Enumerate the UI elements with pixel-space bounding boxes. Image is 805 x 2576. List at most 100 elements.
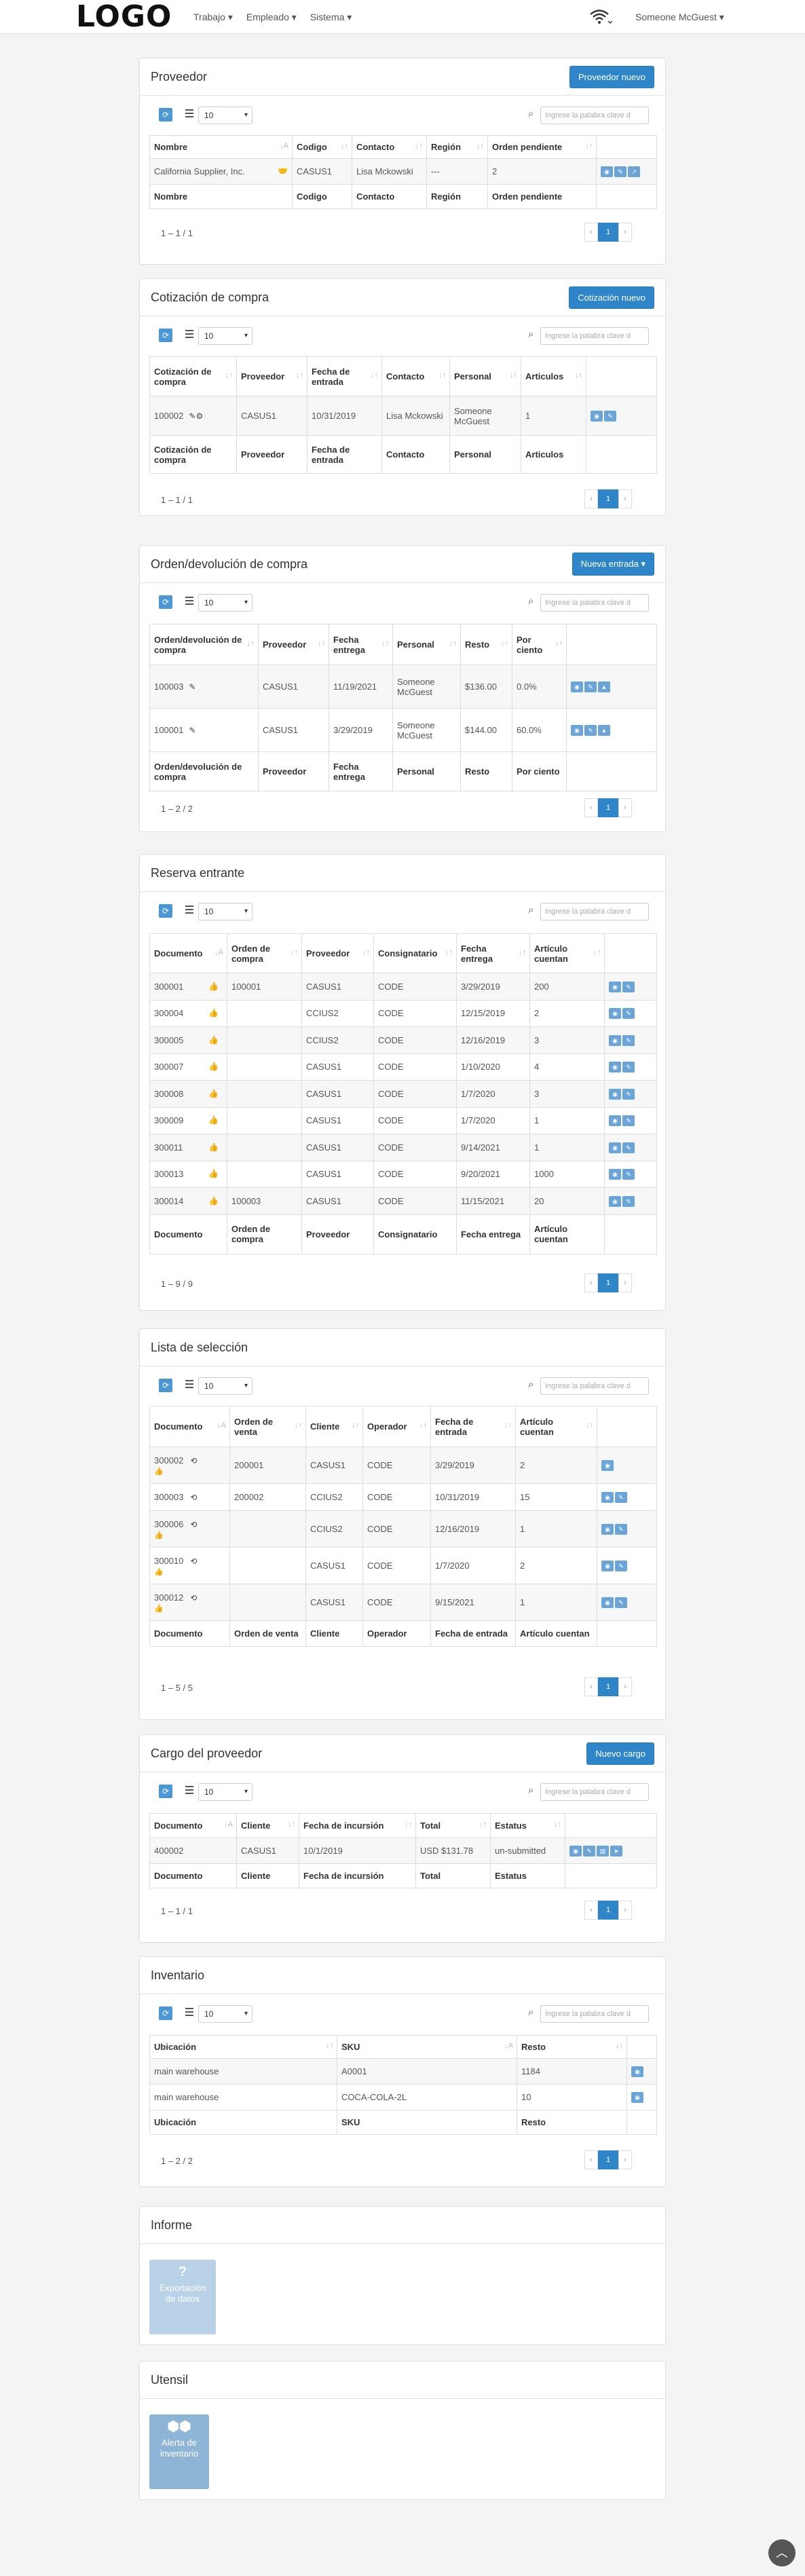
page-size-select[interactable]: 10 ▾ bbox=[198, 903, 252, 920]
view-icon[interactable]: ◉ bbox=[631, 2091, 643, 2103]
view-icon[interactable]: ◉ bbox=[571, 724, 583, 736]
col-header[interactable]: Proveedor ↓↑ bbox=[236, 356, 307, 396]
col-header[interactable]: Cotización de compra ↓↑ bbox=[149, 356, 237, 396]
nav-empleado[interactable]: Empleado ▾ bbox=[246, 12, 297, 23]
col-header[interactable]: Ubicación ↓↑ bbox=[149, 2035, 337, 2059]
data-export-tile[interactable]: ? Exportación de datos bbox=[149, 2260, 216, 2334]
next-page[interactable]: › bbox=[618, 2150, 632, 2169]
col-header[interactable]: Operador ↓↑ bbox=[362, 1406, 431, 1447]
search-input[interactable]: Ingrese la palabra clave d bbox=[540, 327, 649, 345]
page-size-select[interactable]: 10 ▾ bbox=[198, 594, 252, 612]
col-header[interactable]: Resto ↓↑ bbox=[517, 2035, 627, 2059]
col-header[interactable]: Orden de compra ↓↑ bbox=[227, 933, 302, 973]
col-header[interactable]: Documento ↓A bbox=[149, 1406, 230, 1447]
col-header[interactable]: Orden/devolución de compra ↓↑ bbox=[149, 624, 259, 665]
page-1[interactable]: 1 bbox=[598, 489, 618, 508]
next-page[interactable]: › bbox=[618, 223, 632, 242]
search-input[interactable]: Ingrese la palabra clave d bbox=[540, 1377, 649, 1395]
edit-icon[interactable]: ✎ bbox=[622, 981, 635, 992]
wifi-icon[interactable] bbox=[589, 8, 612, 26]
col-header[interactable]: SKU ↓A bbox=[337, 2035, 517, 2059]
col-header[interactable]: Cliente ↓↑ bbox=[236, 1813, 299, 1838]
edit-icon[interactable]: ✎ bbox=[622, 1169, 635, 1180]
edit-icon[interactable]: ✎ bbox=[615, 1523, 627, 1535]
col-header[interactable]: Nombre ↓A bbox=[149, 135, 293, 159]
nav-sistema[interactable]: Sistema ▾ bbox=[310, 12, 352, 23]
search-input[interactable]: Ingrese la palabra clave d bbox=[540, 903, 649, 920]
view-icon[interactable]: ◉ bbox=[609, 1034, 621, 1046]
page-size-select[interactable]: 10 ▾ bbox=[198, 1377, 252, 1395]
view-icon[interactable]: ◉ bbox=[569, 1845, 582, 1856]
col-header[interactable]: Cliente ↓↑ bbox=[305, 1406, 363, 1447]
col-header[interactable]: Documento ↓A bbox=[149, 933, 227, 973]
submit-icon[interactable]: ➤ bbox=[610, 1845, 622, 1856]
prev-page[interactable]: ‹ bbox=[584, 798, 598, 817]
page-1[interactable]: 1 bbox=[598, 1901, 618, 1920]
col-header[interactable]: Orden de venta ↓↑ bbox=[229, 1406, 306, 1447]
col-header[interactable]: Codigo ↓↑ bbox=[292, 135, 352, 159]
search-input[interactable]: Ingrese la palabra clave d bbox=[540, 1783, 649, 1801]
user-menu[interactable]: Someone McGuest ▾ bbox=[635, 0, 724, 34]
col-header[interactable]: Contacto ↓↑ bbox=[352, 135, 427, 159]
chart-icon[interactable]: ↗ bbox=[628, 166, 640, 177]
next-page[interactable]: › bbox=[618, 1677, 632, 1696]
edit-icon[interactable]: ✎ bbox=[622, 1062, 635, 1073]
new-quote-button[interactable]: Cotización nuevo bbox=[569, 286, 654, 309]
edit-icon[interactable]: ✎ bbox=[622, 1142, 635, 1153]
view-icon[interactable]: ◉ bbox=[609, 1195, 621, 1207]
list-icon[interactable] bbox=[185, 906, 193, 914]
page-1[interactable]: 1 bbox=[598, 1677, 618, 1696]
view-icon[interactable]: ◉ bbox=[609, 1169, 621, 1180]
view-icon[interactable]: ◉ bbox=[601, 166, 613, 177]
col-header[interactable]: Personal ↓↑ bbox=[392, 624, 461, 665]
view-icon[interactable]: ◉ bbox=[609, 981, 621, 992]
view-icon[interactable]: ◉ bbox=[609, 1008, 621, 1020]
search-input[interactable]: Ingrese la palabra clave d bbox=[540, 2005, 649, 2023]
col-header[interactable]: Fecha de entrada ↓↑ bbox=[430, 1406, 516, 1447]
view-icon[interactable]: ◉ bbox=[609, 1142, 621, 1153]
edit-icon[interactable]: ✎ bbox=[584, 724, 597, 736]
prev-page[interactable]: ‹ bbox=[584, 1677, 598, 1696]
col-header[interactable]: Fecha de incursión ↓↑ bbox=[299, 1813, 416, 1838]
col-header[interactable]: Fecha de entrada ↓↑ bbox=[307, 356, 382, 396]
next-page[interactable]: › bbox=[618, 798, 632, 817]
col-header[interactable]: Proveedor ↓↑ bbox=[258, 624, 329, 665]
refresh-icon[interactable]: ⟳ bbox=[159, 2006, 172, 2020]
view-icon[interactable]: ◉ bbox=[631, 2066, 643, 2077]
prev-page[interactable]: ‹ bbox=[584, 223, 598, 242]
list-icon[interactable] bbox=[185, 597, 193, 605]
page-1[interactable]: 1 bbox=[598, 798, 618, 817]
view-icon[interactable]: ◉ bbox=[601, 1523, 614, 1535]
edit-icon[interactable]: ✎ bbox=[622, 1115, 635, 1127]
edit-icon[interactable]: ✎ bbox=[584, 681, 597, 692]
edit-icon[interactable]: ✎ bbox=[622, 1195, 635, 1207]
refresh-icon[interactable]: ⟳ bbox=[159, 329, 172, 342]
prev-page[interactable]: ‹ bbox=[584, 1273, 598, 1292]
col-header[interactable]: Total ↓↑ bbox=[415, 1813, 491, 1838]
edit-icon[interactable]: ✎ bbox=[615, 1491, 627, 1503]
prev-page[interactable]: ‹ bbox=[584, 2150, 598, 2169]
page-size-select[interactable]: 10 ▾ bbox=[198, 327, 252, 345]
col-header[interactable]: Resto ↓↑ bbox=[460, 624, 512, 665]
col-header[interactable]: Personal ↓↑ bbox=[449, 356, 521, 396]
user-icon[interactable]: ▲ bbox=[598, 724, 610, 736]
view-icon[interactable]: ◉ bbox=[609, 1062, 621, 1073]
refresh-icon[interactable]: ⟳ bbox=[159, 595, 172, 609]
page-1[interactable]: 1 bbox=[598, 223, 618, 242]
edit-icon[interactable]: ✎ bbox=[622, 1008, 635, 1020]
nav-trabajo[interactable]: Trabajo ▾ bbox=[193, 12, 233, 23]
edit-icon[interactable]: ✎ bbox=[615, 1560, 627, 1571]
col-header[interactable]: Por ciento ↓↑ bbox=[512, 624, 567, 665]
user-icon[interactable]: ▲ bbox=[598, 681, 610, 692]
new-charge-button[interactable]: Nuevo cargo bbox=[586, 1742, 654, 1765]
edit-icon[interactable]: ✎ bbox=[604, 410, 616, 422]
list-icon[interactable] bbox=[185, 1786, 193, 1794]
view-icon[interactable]: ◉ bbox=[609, 1088, 621, 1100]
col-header[interactable]: Orden pendiente ↓↑ bbox=[487, 135, 597, 159]
edit-icon[interactable]: ✎ bbox=[615, 1597, 627, 1608]
col-header[interactable]: Estatus ↓↑ bbox=[490, 1813, 565, 1838]
edit-icon[interactable]: ✎ bbox=[622, 1088, 635, 1100]
col-header[interactable]: Fecha entrega ↓↑ bbox=[456, 933, 530, 973]
view-icon[interactable]: ◉ bbox=[601, 1491, 614, 1503]
col-header[interactable]: Contacto ↓↑ bbox=[381, 356, 450, 396]
